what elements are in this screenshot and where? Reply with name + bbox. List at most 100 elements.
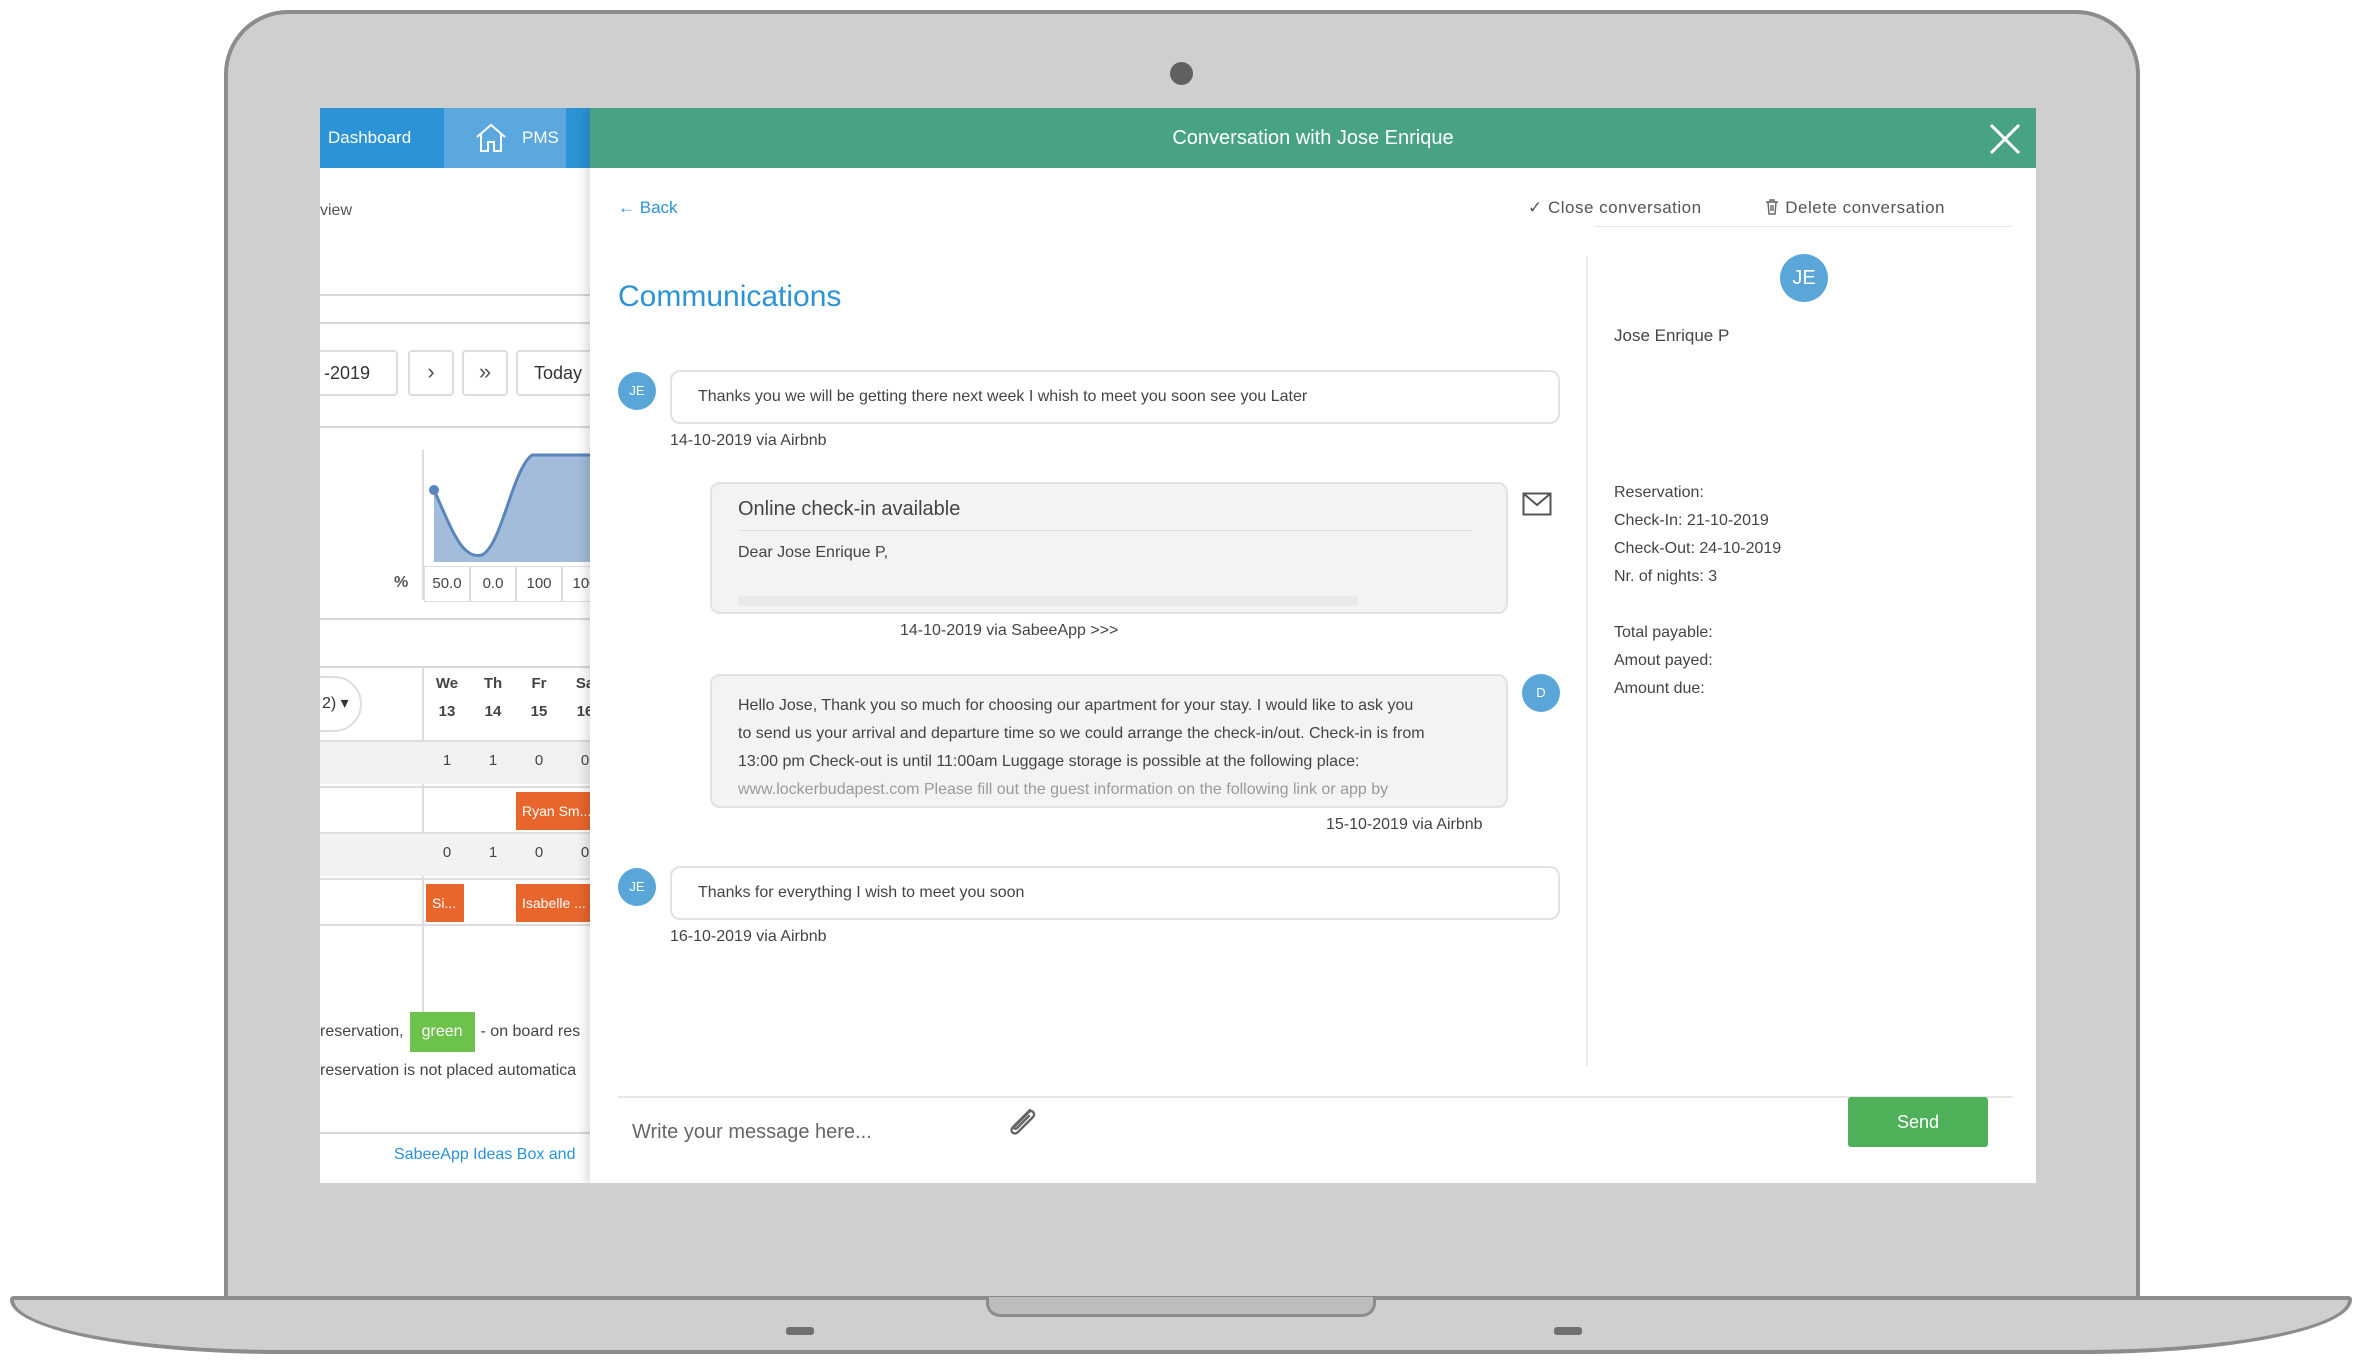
day-of-week: Sa bbox=[575, 675, 590, 692]
message-bubble: Thanks for everything I wish to meet you… bbox=[670, 866, 1560, 920]
delete-conversation-label: Delete conversation bbox=[1785, 198, 1945, 217]
next-button[interactable]: › bbox=[408, 350, 454, 396]
occupancy-cell: 100 bbox=[516, 566, 562, 602]
vertical-divider bbox=[1586, 256, 1588, 1066]
today-button[interactable]: Today bbox=[516, 350, 590, 396]
availability-cell: 1 bbox=[488, 752, 498, 769]
divider bbox=[320, 294, 590, 296]
guest-name: Jose Enrique P bbox=[1614, 326, 1730, 345]
availability-cell: 0 bbox=[442, 844, 452, 861]
divider bbox=[320, 618, 590, 620]
mail-icon bbox=[1522, 492, 1552, 516]
panel-header: Conversation with Jose Enrique bbox=[590, 108, 2036, 168]
background-pms-app: Dashboard PMS view -2019 › » Today % 50.… bbox=[320, 108, 590, 1183]
message-line: to send us your arrival and departure ti… bbox=[738, 725, 1425, 742]
message-meta: 14-10-2019 via Airbnb bbox=[670, 432, 827, 449]
trash-icon bbox=[1766, 199, 1778, 215]
day-of-week: We bbox=[435, 675, 459, 692]
day-number: 15 bbox=[530, 703, 548, 720]
attachment-button[interactable] bbox=[1002, 1102, 1042, 1142]
availability-cell: 0 bbox=[534, 844, 544, 861]
paperclip-icon bbox=[1010, 1108, 1036, 1135]
total-payable: Total payable: bbox=[1614, 624, 1713, 641]
back-arrow-icon: ← bbox=[618, 198, 635, 217]
day-of-week: Fr bbox=[531, 675, 547, 692]
day-number: 13 bbox=[438, 703, 456, 720]
home-icon bbox=[476, 123, 506, 152]
back-label: Back bbox=[639, 198, 678, 217]
avatar: D bbox=[1522, 674, 1560, 712]
fast-forward-button[interactable]: » bbox=[462, 350, 508, 396]
message-input[interactable] bbox=[618, 1110, 1998, 1154]
section-title: Communications bbox=[618, 280, 842, 313]
legend-note: reservation is not placed automatica bbox=[320, 1062, 577, 1079]
availability-cell: 0 bbox=[580, 752, 590, 769]
reservation-label: Reservation: bbox=[1614, 484, 1704, 501]
booking-block[interactable]: Ryan Sm... bbox=[516, 792, 590, 830]
check-icon: ✓ bbox=[1528, 198, 1543, 217]
tab-pms-label: PMS bbox=[522, 128, 559, 147]
email-divider bbox=[738, 530, 1472, 531]
nights: Nr. of nights: 3 bbox=[1614, 568, 1718, 585]
send-button[interactable]: Send bbox=[1848, 1097, 1988, 1147]
ideas-box-link[interactable]: SabeeApp Ideas Box and bbox=[394, 1146, 575, 1164]
amount-payed: Amout payed: bbox=[1614, 652, 1713, 669]
message-meta[interactable]: 14-10-2019 via SabeeApp >>> bbox=[900, 622, 1118, 640]
tab-dashboard[interactable]: Dashboard bbox=[320, 108, 444, 168]
message-bubble: Hello Jose, Thank you so much for choosi… bbox=[710, 674, 1508, 808]
webcam bbox=[1170, 62, 1193, 85]
room-select[interactable]: 2) ▾ bbox=[320, 676, 362, 732]
message-line: 13:00 pm Check-out is until 11:00am Lugg… bbox=[738, 753, 1360, 770]
amount-due: Amount due: bbox=[1614, 680, 1705, 697]
message-bubble: Thanks you we will be getting there next… bbox=[670, 370, 1560, 424]
divider bbox=[320, 666, 590, 668]
day-of-week: Th bbox=[483, 675, 503, 692]
conversation-panel: Conversation with Jose Enrique ← Back ✓ … bbox=[590, 108, 2036, 1183]
email-greeting: Dear Jose Enrique P, bbox=[738, 544, 889, 561]
check-in: Check-In: 21-10-2019 bbox=[1614, 512, 1769, 529]
email-subject: Online check-in available bbox=[738, 498, 961, 520]
availability-cell: 0 bbox=[580, 844, 590, 861]
tab-pms[interactable]: PMS bbox=[444, 108, 566, 168]
legend-green-badge: green bbox=[409, 1012, 475, 1052]
occupancy-cell: 0.0 bbox=[470, 566, 516, 602]
occupancy-percent-label: % bbox=[394, 574, 409, 591]
message-meta: 15-10-2019 via Airbnb bbox=[1326, 816, 1483, 833]
message-line: Hello Jose, Thank you so much for choosi… bbox=[738, 697, 1414, 714]
occupancy-cell: 100 bbox=[562, 566, 590, 602]
laptop-base-notch bbox=[986, 1297, 1376, 1317]
delete-conversation-button[interactable]: Delete conversation bbox=[1764, 198, 1945, 218]
guest-avatar: JE bbox=[1780, 254, 1828, 302]
legend-prefix: reservation, bbox=[320, 1023, 404, 1040]
message-meta: 16-10-2019 via Airbnb bbox=[670, 928, 827, 945]
screen: Dashboard PMS view -2019 › » Today % 50.… bbox=[320, 108, 2036, 1183]
chart-point bbox=[429, 485, 439, 495]
laptop-foot-left bbox=[786, 1327, 814, 1335]
legend-suffix: - on board res bbox=[480, 1023, 581, 1040]
booking-block[interactable]: Si... bbox=[426, 884, 464, 922]
avatar: JE bbox=[618, 868, 656, 906]
close-icon[interactable] bbox=[1988, 122, 2022, 156]
check-out: Check-Out: 24-10-2019 bbox=[1614, 540, 1782, 557]
toolbar-divider bbox=[1594, 226, 2012, 227]
room-select-value: 2) bbox=[322, 695, 337, 712]
close-conversation-button[interactable]: ✓ Close conversation bbox=[1528, 198, 1702, 218]
divider bbox=[320, 426, 590, 428]
email-body-preview bbox=[738, 596, 1358, 606]
date-input[interactable]: -2019 bbox=[320, 350, 398, 396]
view-label: view bbox=[320, 202, 353, 219]
day-number: 14 bbox=[484, 703, 502, 720]
legend: reservation, green - on board res bbox=[320, 1012, 580, 1052]
email-bubble[interactable]: Online check-in available Dear Jose Enri… bbox=[710, 482, 1508, 614]
composer-divider bbox=[618, 1096, 2012, 1098]
back-link[interactable]: ← Back bbox=[618, 198, 678, 218]
divider bbox=[320, 1132, 590, 1134]
occupancy-cell: 50.0 bbox=[424, 566, 470, 602]
close-conversation-label: Close conversation bbox=[1547, 198, 1702, 217]
message-line: www.lockerbudapest.com Please fill out t… bbox=[738, 781, 1389, 798]
booking-block[interactable]: Isabelle ... bbox=[516, 884, 590, 922]
panel-title: Conversation with Jose Enrique bbox=[1172, 127, 1454, 149]
availability-cell: 0 bbox=[534, 752, 544, 769]
avatar: JE bbox=[618, 372, 656, 410]
occupancy-chart bbox=[429, 453, 590, 562]
